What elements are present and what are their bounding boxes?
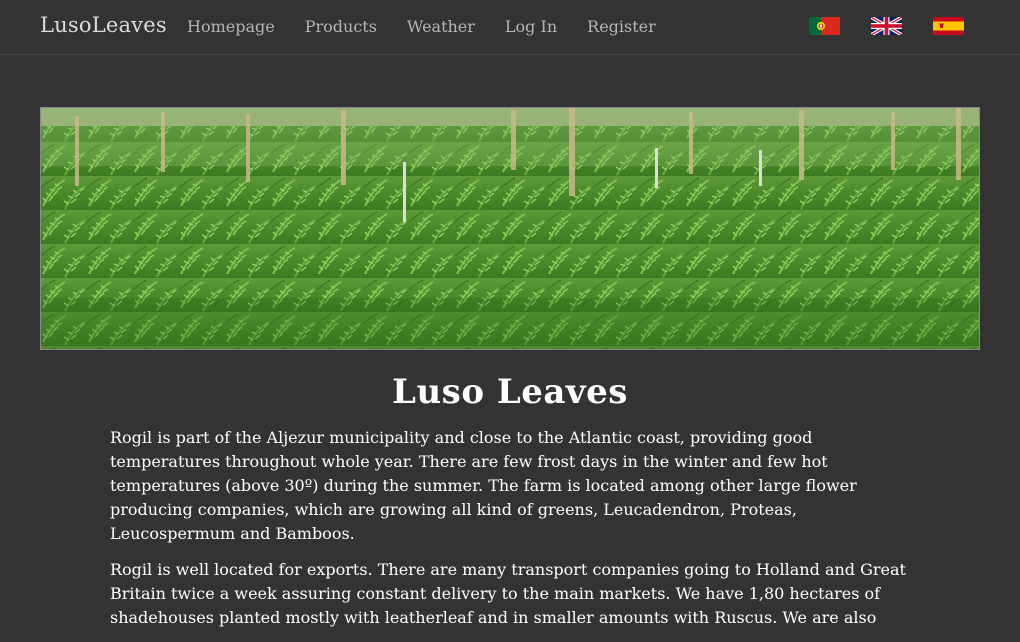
page-title: Luso Leaves <box>392 372 628 412</box>
nav-link-homepage[interactable]: Homepage <box>187 17 275 36</box>
nav-link-products[interactable]: Products <box>305 17 377 36</box>
main-content: Rogil is part of the Aljezur municipalit… <box>110 426 910 642</box>
nav-link-register[interactable]: Register <box>587 17 656 36</box>
paragraph: Rogil is part of the Aljezur municipalit… <box>110 428 857 543</box>
fern-field-image <box>41 108 979 349</box>
nav-link-login[interactable]: Log In <box>505 17 557 36</box>
paragraph: Rogil is well located for exports. There… <box>110 560 906 627</box>
brand-link[interactable]: LusoLeaves <box>40 13 167 37</box>
nav-link-weather[interactable]: Weather <box>407 17 475 36</box>
uk-flag-icon[interactable] <box>871 17 902 35</box>
spain-flag-icon[interactable] <box>933 17 964 35</box>
hero-image <box>40 107 980 350</box>
language-switcher <box>809 17 995 35</box>
portugal-flag-icon[interactable] <box>809 17 840 35</box>
navbar: LusoLeaves Homepage Products Weather Log… <box>0 0 1020 55</box>
nav-links: Homepage Products Weather Log In Registe… <box>187 17 686 36</box>
